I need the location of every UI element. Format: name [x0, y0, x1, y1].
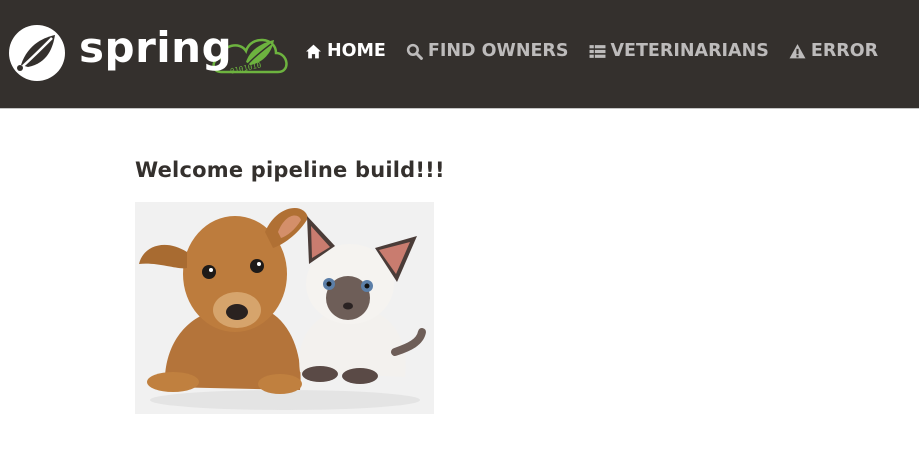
main-nav: HOME FIND OWNERS VETERINARIANS ERROR — [305, 38, 898, 64]
nav-find-owners-label: FIND OWNERS — [427, 41, 569, 61]
nav-home-label: HOME — [327, 41, 386, 61]
navbar: 0101010 spring HOME FIND OWNERS VETERINA… — [0, 0, 919, 109]
pets-illustration — [135, 202, 434, 414]
spring-logo-link[interactable]: 0101010 spring — [8, 25, 293, 81]
list-icon — [589, 43, 606, 60]
nav-veterinarians-label: VETERINARIANS — [610, 41, 769, 61]
nav-home[interactable]: HOME — [305, 41, 386, 61]
warning-icon — [789, 43, 806, 60]
nav-find-owners[interactable]: FIND OWNERS — [406, 41, 569, 61]
home-icon — [305, 43, 322, 60]
spring-wordmark: spring — [79, 23, 233, 72]
welcome-heading: Welcome pipeline build!!! — [135, 158, 445, 182]
cloud-digits: 0101010 — [229, 60, 262, 75]
search-icon — [406, 43, 423, 60]
nav-veterinarians[interactable]: VETERINARIANS — [589, 41, 769, 61]
nav-error-label: ERROR — [810, 41, 879, 61]
pets-image — [135, 202, 434, 414]
nav-error[interactable]: ERROR — [789, 41, 878, 61]
